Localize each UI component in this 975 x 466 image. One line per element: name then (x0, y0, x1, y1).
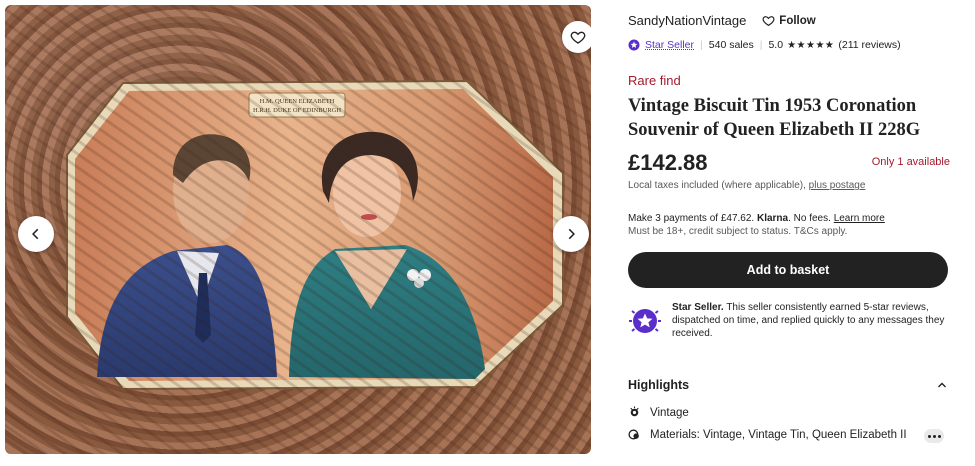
previous-image-button[interactable] (18, 216, 54, 252)
star-seller-info: Star Seller. This seller consistently ea… (628, 301, 948, 340)
availability-text: Only 1 available (871, 156, 950, 168)
highlight-text: Materials: Vintage, Vintage Tin, Queen E… (650, 428, 907, 441)
star-seller-badge-icon (628, 39, 640, 51)
reviews-count-link[interactable]: (211 reviews) (838, 39, 900, 51)
shop-row: SandyNationVintage Follow (628, 13, 950, 28)
divider: | (759, 39, 763, 51)
klarna-fees: No fees. (793, 213, 831, 224)
rare-find-badge: Rare find (628, 73, 681, 88)
shop-name-link[interactable]: SandyNationVintage (628, 13, 746, 28)
more-options-button[interactable] (924, 429, 944, 443)
add-to-basket-button[interactable]: Add to basket (628, 252, 948, 288)
highlight-item: Vintage (628, 406, 689, 419)
highlight-text: Vintage (650, 406, 689, 419)
listing-title: Vintage Biscuit Tin 1953 Coronation Souv… (628, 96, 921, 140)
star-seller-heading: Star Seller. (672, 302, 724, 313)
heart-icon (762, 16, 775, 27)
plaque-line-2: H.R.H. DUKE OF EDINBURGH (253, 107, 341, 114)
follow-shop-button[interactable]: Follow (762, 14, 816, 27)
listing-image-gallery[interactable]: H.M. QUEEN ELIZABETH H.R.H. DUKE OF EDIN… (5, 5, 591, 454)
klarna-installments: Make 3 payments of £47.62. (628, 213, 755, 224)
medal-icon (630, 406, 639, 417)
sales-count: 540 sales (708, 39, 754, 51)
follow-label: Follow (779, 14, 816, 27)
star-seller-description: Star Seller. This seller consistently ea… (672, 301, 948, 340)
taxes-note: Local taxes included (where applicable),… (628, 180, 865, 191)
dot (932, 434, 936, 438)
dot (927, 434, 931, 438)
plaque-line-1: H.M. QUEEN ELIZABETH (260, 98, 335, 105)
highlights-title: Highlights (628, 378, 690, 392)
seller-rating-row: Star Seller | 540 sales | 5.0 ★★★★★ (211… (628, 39, 901, 51)
chevron-up-icon (938, 382, 946, 388)
materials-icon (628, 429, 639, 440)
heart-icon (570, 31, 586, 44)
dot (937, 434, 941, 438)
highlights-toggle[interactable]: Highlights (628, 378, 948, 392)
postage-link[interactable]: plus postage (809, 180, 866, 191)
klarna-offer: Make 3 payments of £47.62. Klarna. No fe… (628, 213, 885, 224)
divider: | (700, 39, 703, 51)
queen-lips (361, 214, 377, 220)
star-seller-link[interactable]: Star Seller (645, 39, 694, 51)
next-image-button[interactable] (553, 216, 589, 252)
star-seller-badge-icon (629, 309, 661, 333)
listing-price: £142.88 (628, 150, 708, 175)
klarna-terms: Must be 18+, credit subject to status. T… (628, 226, 848, 237)
klarna-learn-more-link[interactable]: Learn more (834, 213, 885, 224)
rating-stars-icon: ★★★★★ (787, 39, 835, 51)
rating-score: 5.0 (768, 39, 784, 51)
klarna-logo: Klarna (756, 213, 789, 224)
taxes-text: Local taxes included (where applicable), (628, 180, 806, 191)
highlight-item: Materials: Vintage, Vintage Tin, Queen E… (628, 428, 948, 441)
chevron-right-icon (568, 228, 575, 240)
favorite-button[interactable] (562, 21, 591, 53)
listing-photo: H.M. QUEEN ELIZABETH H.R.H. DUKE OF EDIN… (66, 79, 564, 391)
chevron-left-icon (32, 228, 39, 240)
